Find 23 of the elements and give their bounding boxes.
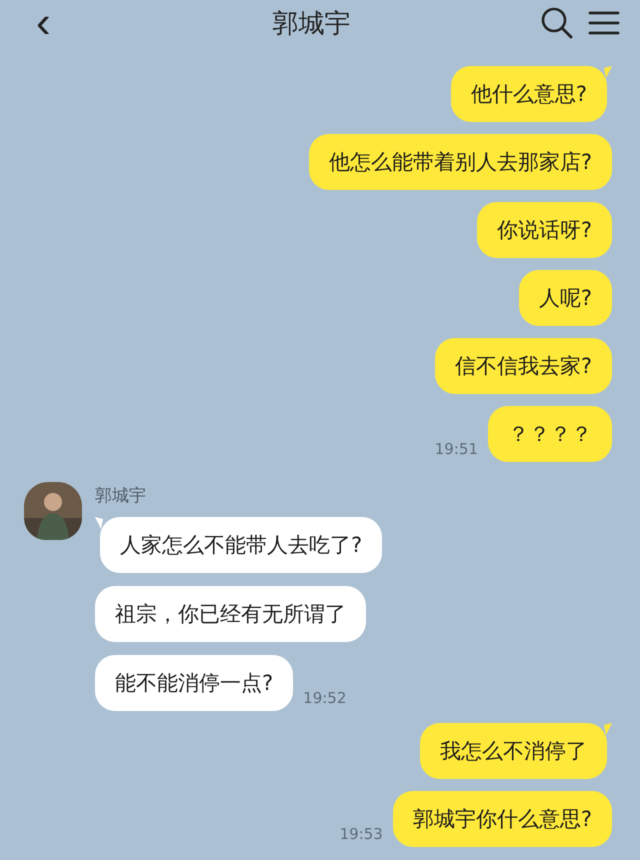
message-bubble: 郭城宇你什么意思?	[392, 791, 612, 847]
bubble-tail	[95, 517, 103, 529]
bubble-tail	[604, 66, 612, 78]
back-button[interactable]: ‹	[30, 3, 57, 43]
message-bubble: 人家怎么不能带人去吃了?	[100, 517, 382, 573]
message-time: 19:52	[303, 689, 346, 707]
message-bubble: 信不信我去家?	[434, 338, 612, 394]
message-bubble: 他怎么能带着别人去那家店?	[308, 134, 612, 190]
sender-name: 郭城宇	[95, 485, 147, 507]
message-time: 19:53	[340, 825, 383, 843]
message-bubble: 祖宗，你已经有无所谓了	[95, 586, 366, 642]
message-time: 19:51	[434, 440, 478, 458]
search-icon[interactable]	[540, 6, 574, 40]
bubble-tail	[604, 723, 612, 735]
message-bubble: 你说话呀?	[476, 202, 612, 258]
avatar[interactable]	[24, 482, 82, 540]
chat-title: 郭城宇	[271, 8, 352, 40]
message-bubble: 他什么意思?	[450, 66, 607, 122]
menu-icon[interactable]	[588, 9, 620, 37]
message-bubble: ？？？？	[488, 406, 612, 462]
message-bubble: 能不能消停一点?	[95, 655, 294, 711]
message-bubble: 我怎么不消停了	[420, 723, 607, 779]
message-bubble: 人呢?	[518, 270, 612, 326]
